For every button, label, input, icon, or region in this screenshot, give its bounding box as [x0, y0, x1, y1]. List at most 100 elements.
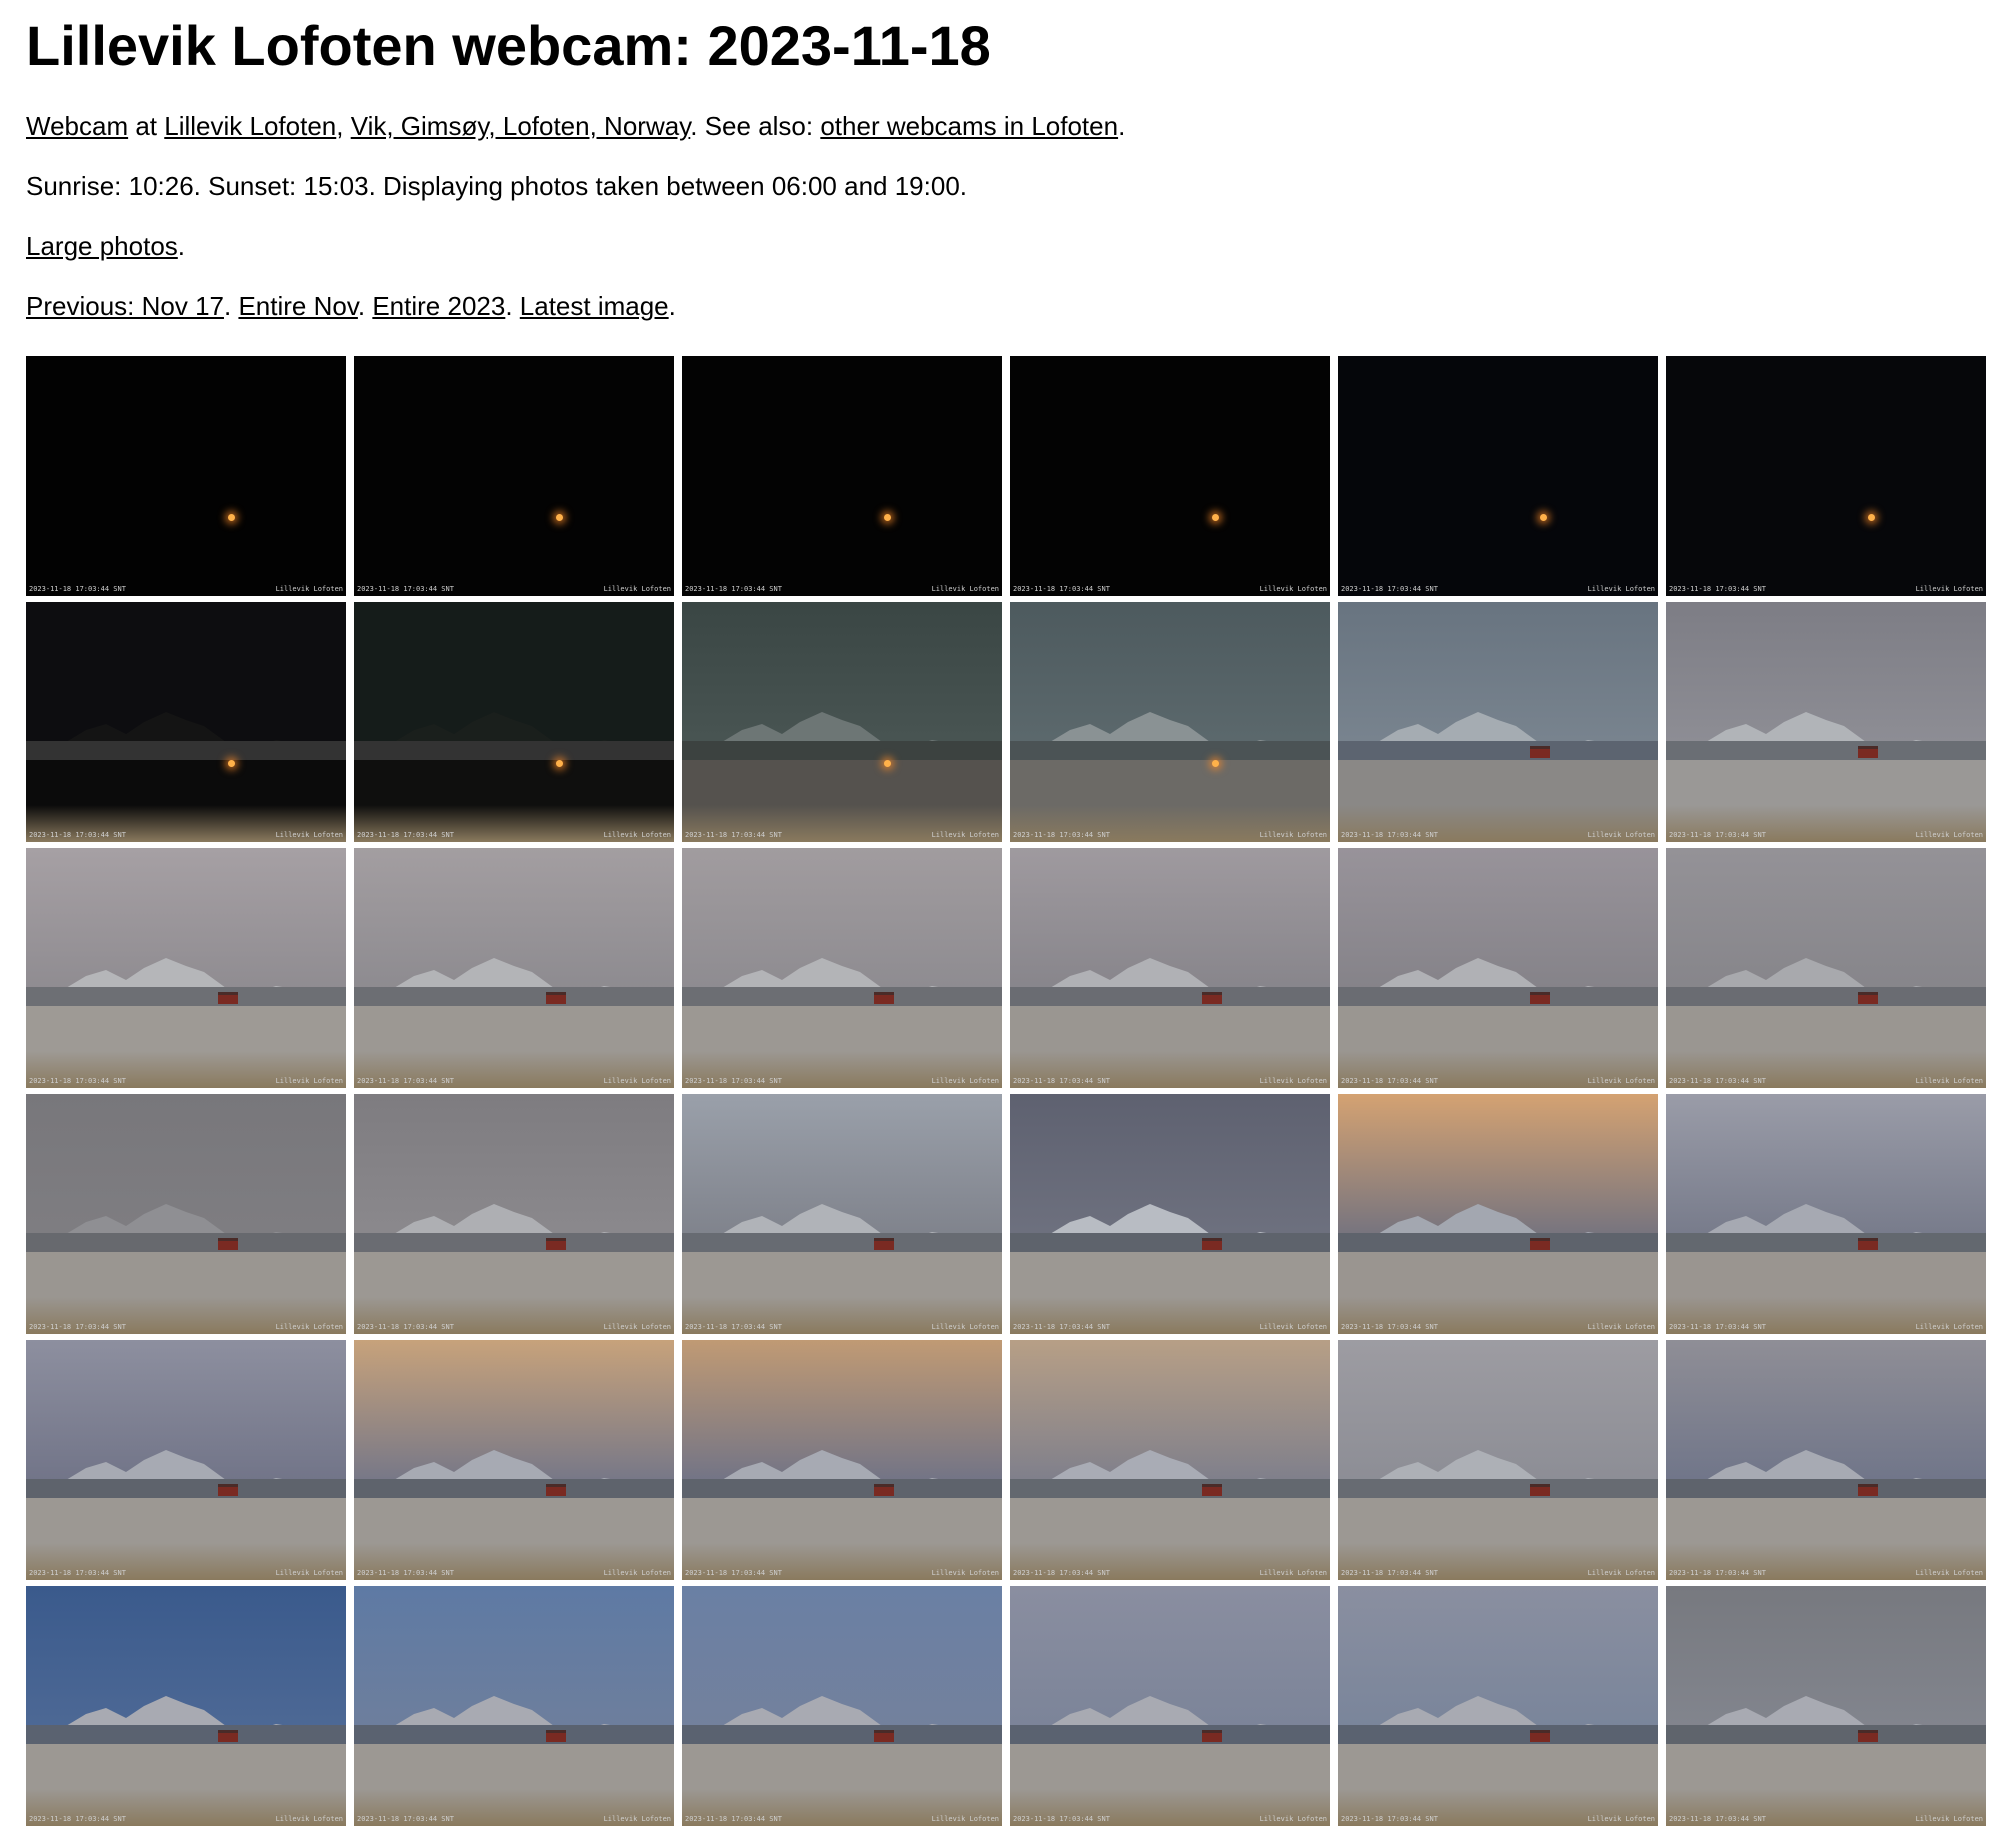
red-cabin — [1858, 1484, 1878, 1496]
photo-sky — [1338, 356, 1658, 596]
red-cabin — [1202, 992, 1222, 1004]
photo-ground — [354, 1252, 674, 1334]
webcam-photo-thumbnail[interactable]: 2023-11-18 17:03:44 SNT Lillevik Lofoten — [1666, 1586, 1986, 1826]
webcam-photo-thumbnail[interactable]: 2023-11-18 17:03:44 SNT Lillevik Lofoten — [26, 1586, 346, 1826]
large-photos-link[interactable]: Large photos — [26, 231, 178, 261]
region-link[interactable]: Vik, Gimsøy, Lofoten, Norway — [351, 111, 691, 141]
photo-ground — [354, 760, 674, 842]
photo-watermark: Lillevik Lofoten — [931, 1323, 999, 1331]
photo-watermark: Lillevik Lofoten — [603, 831, 671, 839]
photo-ground — [1338, 1498, 1658, 1580]
photo-watermark: Lillevik Lofoten — [1259, 585, 1327, 593]
webcam-photo-thumbnail[interactable]: 2023-11-18 17:03:44 SNT Lillevik Lofoten — [26, 848, 346, 1088]
photo-watermark: Lillevik Lofoten — [931, 1077, 999, 1085]
photo-watermark: Lillevik Lofoten — [275, 1077, 343, 1085]
red-cabin — [1530, 1484, 1550, 1496]
red-cabin — [1858, 746, 1878, 758]
webcam-photo-thumbnail[interactable]: 2023-11-18 17:03:44 SNT Lillevik Lofoten — [682, 1340, 1002, 1580]
webcam-photo-thumbnail[interactable]: 2023-11-18 17:03:44 SNT Lillevik Lofoten — [1338, 848, 1658, 1088]
photo-timestamp: 2023-11-18 17:03:44 SNT — [1341, 1815, 1438, 1823]
webcam-photo-thumbnail[interactable]: 2023-11-18 17:03:44 SNT Lillevik Lofoten — [26, 1094, 346, 1334]
webcam-photo-thumbnail[interactable]: 2023-11-18 17:03:44 SNT Lillevik Lofoten — [1666, 602, 1986, 842]
other-webcams-link[interactable]: other webcams in Lofoten — [820, 111, 1118, 141]
webcam-photo-thumbnail[interactable]: 2023-11-18 17:03:44 SNT Lillevik Lofoten — [1010, 602, 1330, 842]
webcam-photo-thumbnail[interactable]: 2023-11-18 17:03:44 SNT Lillevik Lofoten — [1338, 1586, 1658, 1826]
photo-water — [1338, 1233, 1658, 1253]
webcam-photo-thumbnail[interactable]: 2023-11-18 17:03:44 SNT Lillevik Lofoten — [1010, 1340, 1330, 1580]
webcam-photo-thumbnail[interactable]: 2023-11-18 17:03:44 SNT Lillevik Lofoten — [1338, 1094, 1658, 1334]
webcam-photo-thumbnail[interactable]: 2023-11-18 17:03:44 SNT Lillevik Lofoten — [1010, 848, 1330, 1088]
photo-timestamp: 2023-11-18 17:03:44 SNT — [1341, 585, 1438, 593]
page: Lillevik Lofoten webcam: 2023-11-18 Webc… — [0, 14, 2006, 322]
latest-image-link[interactable]: Latest image — [520, 291, 669, 321]
webcam-photo-thumbnail[interactable]: 2023-11-18 17:03:44 SNT Lillevik Lofoten — [354, 602, 674, 842]
webcam-photo-thumbnail[interactable]: 2023-11-18 17:03:44 SNT Lillevik Lofoten — [682, 1094, 1002, 1334]
webcam-photo-thumbnail[interactable]: 2023-11-18 17:03:44 SNT Lillevik Lofoten — [354, 1586, 674, 1826]
webcam-photo-thumbnail[interactable]: 2023-11-18 17:03:44 SNT Lillevik Lofoten — [354, 1094, 674, 1334]
photo-water — [1666, 1479, 1986, 1499]
webcam-photo-thumbnail[interactable]: 2023-11-18 17:03:44 SNT Lillevik Lofoten — [1666, 1094, 1986, 1334]
photo-watermark: Lillevik Lofoten — [1587, 1323, 1655, 1331]
photo-watermark: Lillevik Lofoten — [1587, 1569, 1655, 1577]
photo-timestamp: 2023-11-18 17:03:44 SNT — [1669, 831, 1766, 839]
photo-water — [1010, 741, 1330, 761]
photo-sky — [26, 356, 346, 596]
cabin-light — [883, 760, 891, 768]
webcam-photo-thumbnail[interactable]: 2023-11-18 17:03:44 SNT Lillevik Lofoten — [1010, 1094, 1330, 1334]
webcam-photo-thumbnail[interactable]: 2023-11-18 17:03:44 SNT Lillevik Lofoten — [1666, 848, 1986, 1088]
webcam-photo-thumbnail[interactable]: 2023-11-18 17:03:44 SNT Lillevik Lofoten — [682, 848, 1002, 1088]
photo-water — [1338, 987, 1658, 1007]
red-cabin — [874, 1730, 894, 1742]
place-link[interactable]: Lillevik Lofoten — [164, 111, 336, 141]
photo-ground — [26, 1006, 346, 1088]
photo-ground — [1666, 1252, 1986, 1334]
webcam-photo-thumbnail[interactable]: 2023-11-18 17:03:44 SNT Lillevik Lofoten — [26, 356, 346, 596]
entire-year-link[interactable]: Entire 2023 — [372, 291, 505, 321]
photo-sky — [682, 356, 1002, 596]
webcam-photo-thumbnail[interactable]: 2023-11-18 17:03:44 SNT Lillevik Lofoten — [682, 602, 1002, 842]
webcam-photo-thumbnail[interactable]: 2023-11-18 17:03:44 SNT Lillevik Lofoten — [354, 356, 674, 596]
webcam-photo-thumbnail[interactable]: 2023-11-18 17:03:44 SNT Lillevik Lofoten — [1338, 356, 1658, 596]
cabin-light — [1211, 760, 1219, 768]
photo-water — [682, 741, 1002, 761]
red-cabin — [218, 1484, 238, 1496]
red-cabin — [546, 1730, 566, 1742]
cabin-light — [883, 514, 891, 522]
webcam-photo-thumbnail[interactable]: 2023-11-18 17:03:44 SNT Lillevik Lofoten — [682, 356, 1002, 596]
webcam-link[interactable]: Webcam — [26, 111, 128, 141]
webcam-photo-thumbnail[interactable]: 2023-11-18 17:03:44 SNT Lillevik Lofoten — [26, 602, 346, 842]
red-cabin — [218, 992, 238, 1004]
photo-water — [354, 1233, 674, 1253]
photo-ground — [1666, 1744, 1986, 1826]
cabin-light — [1211, 514, 1219, 522]
webcam-photo-thumbnail[interactable]: 2023-11-18 17:03:44 SNT Lillevik Lofoten — [26, 1340, 346, 1580]
entire-month-link[interactable]: Entire Nov — [238, 291, 357, 321]
photo-timestamp: 2023-11-18 17:03:44 SNT — [1013, 1569, 1110, 1577]
webcam-photo-thumbnail[interactable]: 2023-11-18 17:03:44 SNT Lillevik Lofoten — [682, 1586, 1002, 1826]
photo-grid: 2023-11-18 17:03:44 SNT Lillevik Lofoten 2… — [26, 356, 1986, 1826]
photo-ground — [354, 1498, 674, 1580]
photo-timestamp: 2023-11-18 17:03:44 SNT — [685, 1077, 782, 1085]
webcam-photo-thumbnail[interactable]: 2023-11-18 17:03:44 SNT Lillevik Lofoten — [1338, 602, 1658, 842]
photo-watermark: Lillevik Lofoten — [275, 585, 343, 593]
photo-watermark: Lillevik Lofoten — [603, 585, 671, 593]
webcam-photo-thumbnail[interactable]: 2023-11-18 17:03:44 SNT Lillevik Lofoten — [354, 848, 674, 1088]
photo-ground — [1338, 1744, 1658, 1826]
photo-timestamp: 2023-11-18 17:03:44 SNT — [29, 1323, 126, 1331]
webcam-photo-thumbnail[interactable]: 2023-11-18 17:03:44 SNT Lillevik Lofoten — [1666, 1340, 1986, 1580]
webcam-photo-thumbnail[interactable]: 2023-11-18 17:03:44 SNT Lillevik Lofoten — [1010, 356, 1330, 596]
previous-day-link[interactable]: Previous: Nov 17 — [26, 291, 224, 321]
photo-watermark: Lillevik Lofoten — [1259, 1323, 1327, 1331]
photo-timestamp: 2023-11-18 17:03:44 SNT — [685, 831, 782, 839]
photo-water — [1338, 741, 1658, 761]
nav-line: Previous: Nov 17. Entire Nov. Entire 202… — [26, 291, 676, 321]
webcam-photo-thumbnail[interactable]: 2023-11-18 17:03:44 SNT Lillevik Lofoten — [1338, 1340, 1658, 1580]
webcam-photo-thumbnail[interactable]: 2023-11-18 17:03:44 SNT Lillevik Lofoten — [1010, 1586, 1330, 1826]
photo-water — [1010, 1233, 1330, 1253]
photo-ground — [1666, 760, 1986, 842]
photo-watermark: Lillevik Lofoten — [1587, 1077, 1655, 1085]
photo-water — [354, 741, 674, 761]
webcam-photo-thumbnail[interactable]: 2023-11-18 17:03:44 SNT Lillevik Lofoten — [1666, 356, 1986, 596]
webcam-photo-thumbnail[interactable]: 2023-11-18 17:03:44 SNT Lillevik Lofoten — [354, 1340, 674, 1580]
photo-water — [26, 1725, 346, 1745]
